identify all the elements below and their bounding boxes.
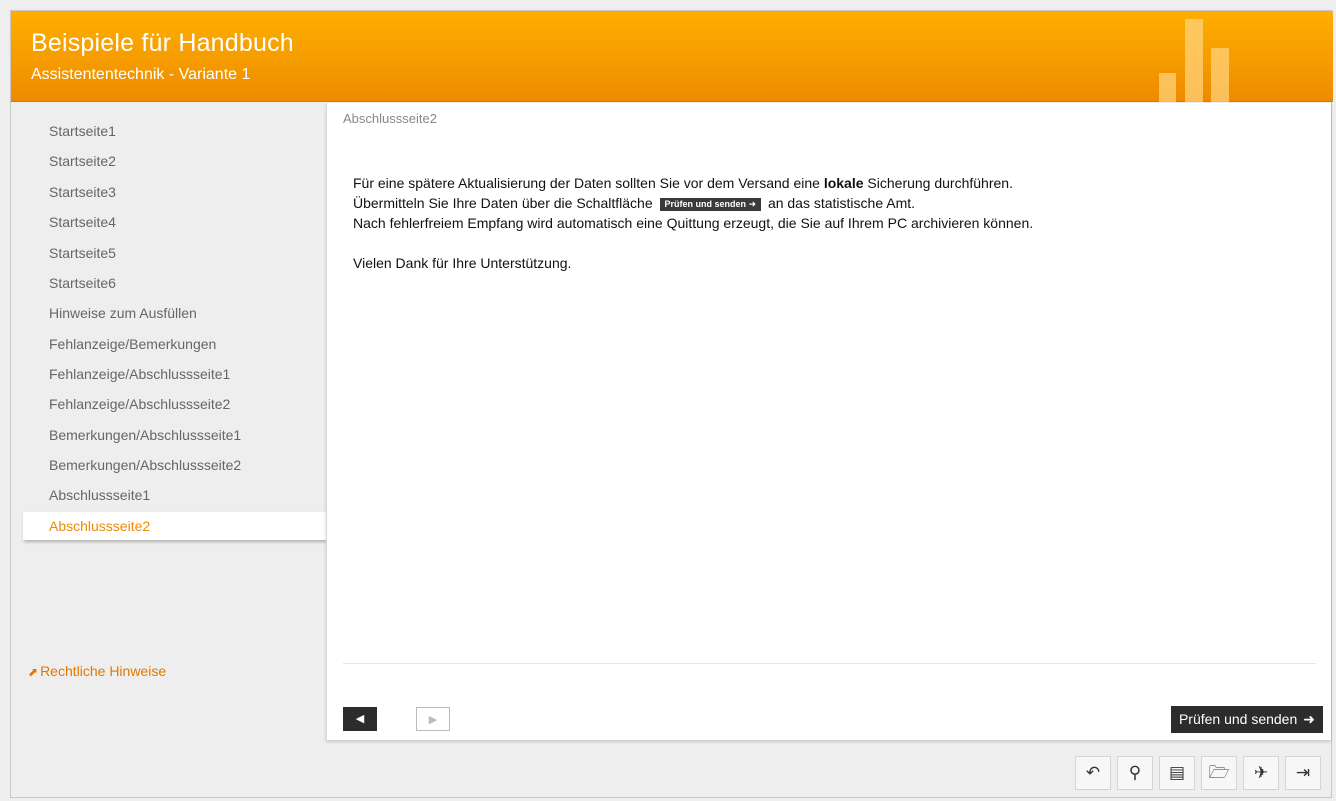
- main-content: Abschlussseite2 Für eine spätere Aktuali…: [326, 103, 1331, 740]
- exit-button[interactable]: ⇥: [1285, 756, 1321, 790]
- text-line-receipt: Nach fehlerfreiem Empfang wird automatis…: [353, 215, 1034, 231]
- header-banner: Beispiele für Handbuch Assistententechni…: [11, 11, 1333, 102]
- thanks-text: Vielen Dank für Ihre Unterstützung.: [353, 255, 572, 271]
- app-subtitle: Assistententechnik - Variante 1: [31, 66, 251, 83]
- sidebar-item-startseite3[interactable]: Startseite3: [23, 178, 326, 206]
- save-button[interactable]: ▤: [1159, 756, 1195, 790]
- sidebar-item-hinweise[interactable]: Hinweise zum Ausfüllen: [23, 299, 326, 327]
- sidebar-item-abschlussseite1[interactable]: Abschlussseite1: [23, 481, 326, 509]
- arrow-right-icon: ➜: [1303, 711, 1315, 727]
- text-bold-lokale: lokale: [823, 175, 864, 191]
- text-line1-part: Für eine spätere Aktualisierung der Date…: [353, 175, 824, 191]
- bottom-toolbar: ↶ ⚲ ▤ 🗁 ✈ ⇥: [1069, 756, 1321, 792]
- app-window: Beispiele für Handbuch Assistententechni…: [10, 10, 1333, 798]
- text-line1-end: Sicherung durchführen.: [863, 175, 1013, 191]
- sidebar-item-startseite5[interactable]: Startseite5: [23, 239, 326, 267]
- info-text: Für eine spätere Aktualisierung der Date…: [353, 173, 1313, 273]
- text-line-submit: Übermitteln Sie Ihre Daten über die Scha…: [353, 193, 1313, 213]
- undo-icon: ↶: [1085, 763, 1101, 782]
- exit-icon: ⇥: [1295, 763, 1311, 782]
- text-line-backup: Für eine spätere Aktualisierung der Date…: [353, 173, 1313, 193]
- sidebar-nav: Startseite1 Startseite2 Startseite3 Star…: [11, 103, 326, 663]
- search-button[interactable]: ⚲: [1117, 756, 1153, 790]
- page-title: Abschlussseite2: [343, 111, 437, 126]
- search-icon: ⚲: [1128, 763, 1142, 782]
- logo-bar-icon: [1211, 48, 1229, 102]
- legal-notice-link[interactable]: ⬈ Rechtliche Hinweise: [28, 663, 166, 679]
- submit-button-label: Prüfen und senden: [1178, 711, 1298, 727]
- save-icon: ▤: [1168, 763, 1186, 782]
- open-folder-icon: 🗁: [1208, 763, 1230, 782]
- sidebar-item-fehlanzeige-bemerkungen[interactable]: Fehlanzeige/Bemerkungen: [23, 330, 326, 358]
- triangle-left-icon: ◀: [355, 713, 365, 725]
- external-link-icon: ⬈: [28, 665, 39, 679]
- content-divider: [343, 663, 1316, 664]
- send-icon: ✈: [1253, 763, 1269, 782]
- text-line2-part: Übermitteln Sie Ihre Daten über die Scha…: [353, 195, 653, 211]
- sidebar-item-abschlussseite2[interactable]: Abschlussseite2: [23, 512, 326, 540]
- sidebar-item-startseite2[interactable]: Startseite2: [23, 147, 326, 175]
- next-page-button[interactable]: ▶: [416, 707, 450, 731]
- sidebar-item-fehlanzeige-abschluss2[interactable]: Fehlanzeige/Abschlussseite2: [23, 390, 326, 418]
- triangle-right-icon: ▶: [428, 714, 438, 726]
- submit-button[interactable]: Prüfen und senden ➜: [1170, 706, 1323, 733]
- sidebar-item-bemerkungen-abschluss1[interactable]: Bemerkungen/Abschlussseite1: [23, 421, 326, 449]
- open-button[interactable]: 🗁: [1201, 756, 1237, 790]
- sidebar-item-fehlanzeige-abschluss1[interactable]: Fehlanzeige/Abschlussseite1: [23, 360, 326, 388]
- sidebar-item-startseite1[interactable]: Startseite1: [23, 117, 326, 145]
- app-title: Beispiele für Handbuch: [31, 29, 294, 57]
- logo-bar-icon: [1159, 73, 1176, 102]
- logo-bar-icon: [1185, 19, 1203, 102]
- sidebar-item-startseite4[interactable]: Startseite4: [23, 208, 326, 236]
- prev-page-button[interactable]: ◀: [343, 707, 377, 731]
- sidebar-item-bemerkungen-abschluss2[interactable]: Bemerkungen/Abschlussseite2: [23, 451, 326, 479]
- legal-notice-label: Rechtliche Hinweise: [40, 663, 167, 679]
- sidebar-item-startseite6[interactable]: Startseite6: [23, 269, 326, 297]
- inline-submit-button-image: Prüfen und senden ➜: [659, 198, 762, 211]
- undo-button[interactable]: ↶: [1075, 756, 1111, 790]
- send-button[interactable]: ✈: [1243, 756, 1279, 790]
- text-line2-end: an das statistische Amt.: [767, 195, 916, 211]
